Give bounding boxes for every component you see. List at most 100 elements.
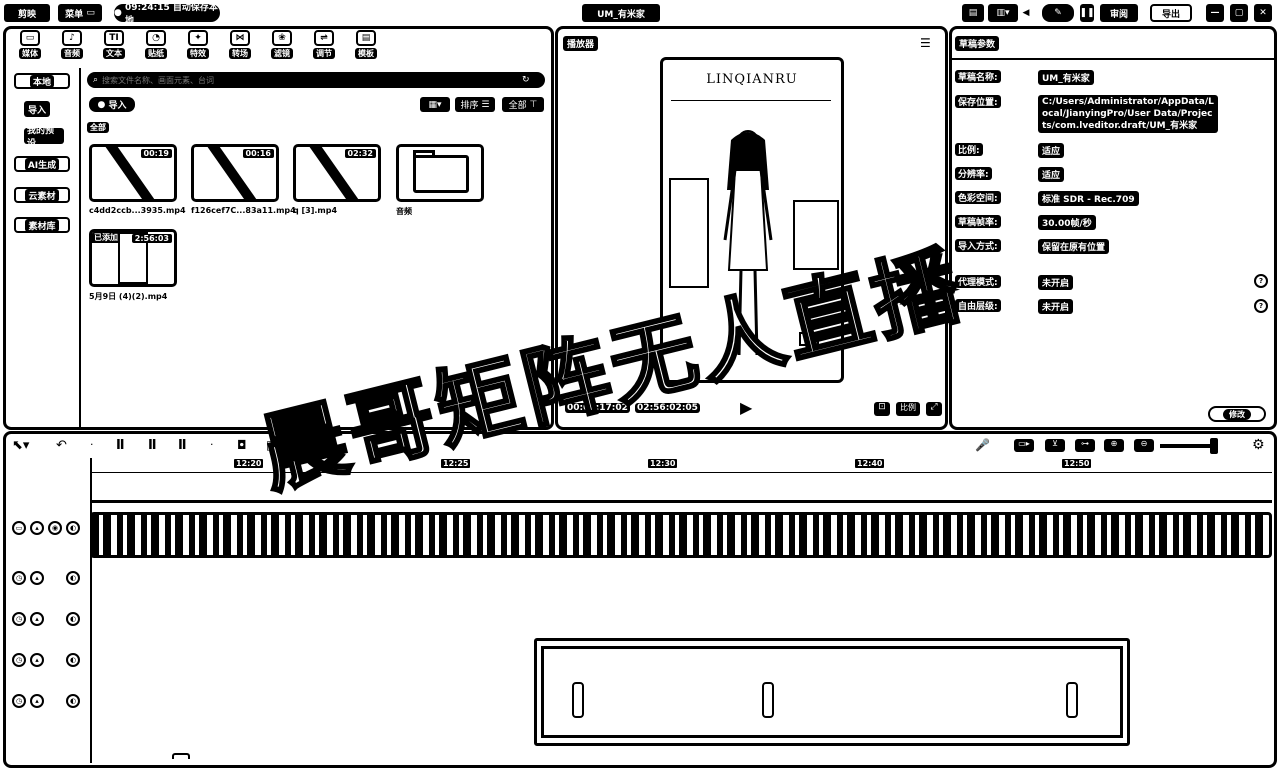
undo-icon[interactable]: ↶ xyxy=(56,438,67,453)
shield-icon[interactable]: ◘ xyxy=(237,438,247,452)
keyframe-marker-1[interactable] xyxy=(572,682,584,718)
draft-param-label: 草稿帧率: xyxy=(955,215,1001,228)
mute-icon[interactable]: ◐ xyxy=(66,653,80,667)
eye-icon[interactable]: ◉ xyxy=(48,521,62,535)
preview-axis-icon[interactable]: ⊕ xyxy=(1104,439,1124,452)
sidebar-item-4[interactable]: 云素材 xyxy=(14,187,70,203)
settings-gear-icon[interactable]: ⚙ xyxy=(1252,437,1265,453)
track-type-icon[interactable]: ◷ xyxy=(12,694,26,708)
close-icon[interactable]: ✕ xyxy=(1254,4,1272,22)
select-tool-icon[interactable]: ⬉▾ xyxy=(12,438,29,453)
delete-left-icon[interactable]: Ⅱ xyxy=(148,438,157,453)
import-button[interactable]: ● 导入 xyxy=(89,97,135,112)
feedback-icon[interactable]: ✎ xyxy=(1042,4,1074,22)
section-label: 全部 xyxy=(87,122,109,133)
media-thumbnail[interactable]: 00:16 xyxy=(191,144,279,202)
lock-icon[interactable]: ▴ xyxy=(30,571,44,585)
modify-button[interactable]: 修改 xyxy=(1208,406,1266,422)
link-main-track-icon[interactable]: ▭▸ xyxy=(1014,439,1034,452)
sidebar-item-0[interactable]: 本地 xyxy=(14,73,70,89)
snap-icon[interactable]: ⊻ xyxy=(1045,439,1065,452)
lock-icon[interactable]: ▴ xyxy=(30,612,44,626)
link-icon[interactable]: ⊶ xyxy=(1075,439,1095,452)
filter-button[interactable]: 全部 ⊤ xyxy=(502,97,544,112)
sidebar-item-2[interactable]: 我的预设 xyxy=(24,126,64,149)
export-button[interactable]: 导出 xyxy=(1150,4,1192,22)
modify-label: 修改 xyxy=(1223,408,1251,420)
maximize-icon[interactable]: ▢ xyxy=(1230,4,1248,22)
ruler-tick: 12:40 xyxy=(855,459,885,468)
expand-icon[interactable]: ⤢ xyxy=(926,402,942,416)
preview-line xyxy=(671,100,831,101)
sidebar-item-5[interactable]: 素材库 xyxy=(14,217,70,233)
lock-icon[interactable]: ▴ xyxy=(30,694,44,708)
track-type-icon[interactable]: ◷ xyxy=(12,653,26,667)
minimize-icon[interactable]: — xyxy=(1206,4,1224,22)
tab-adjust[interactable]: ⇌ 调节 xyxy=(304,30,344,59)
media-thumbnail[interactable] xyxy=(396,144,484,202)
tab-label: 媒体 xyxy=(19,48,41,59)
zoom-slider-handle[interactable] xyxy=(1210,438,1218,454)
mute-icon[interactable]: ◐ xyxy=(66,571,80,585)
draft-panel xyxy=(949,26,1277,430)
draft-param-value: UM_有米家 xyxy=(1038,70,1094,85)
keyframe-marker-2[interactable] xyxy=(762,682,774,718)
more-tools-icon[interactable]: · xyxy=(210,438,214,451)
tab-template[interactable]: ▤ 模板 xyxy=(346,30,386,59)
menu-button[interactable]: 菜单 ▭ xyxy=(58,4,102,22)
ruler-tick-label: 12:40 xyxy=(855,459,885,468)
shortcut-icon[interactable]: ▤ xyxy=(962,4,984,22)
microphone-icon[interactable]: 🎤 xyxy=(975,438,990,452)
redo-icon[interactable]: · xyxy=(90,438,94,451)
split-icon[interactable]: Ⅱ xyxy=(116,438,125,453)
media-duration: 02:32 xyxy=(344,149,376,158)
mute-icon[interactable]: ◐ xyxy=(66,694,80,708)
sort-button[interactable]: 排序 ☰ xyxy=(455,97,495,112)
media-thumbnail[interactable]: 00:19 xyxy=(89,144,177,202)
media-thumbnail[interactable]: 已添加 2:56:03 xyxy=(89,229,177,287)
zoom-slider[interactable] xyxy=(1160,444,1216,448)
lock-icon[interactable]: ▴ xyxy=(30,653,44,667)
tab-audio[interactable]: ♪ 音频 xyxy=(52,30,92,59)
tab-media[interactable]: ▭ 媒体 xyxy=(10,30,50,59)
track-type-icon[interactable]: ◷ xyxy=(12,571,26,585)
share-button[interactable]: 审阅 xyxy=(1100,4,1138,22)
tab-transition[interactable]: ⋈ 转场 xyxy=(220,30,260,59)
timeline-scroll-thumb[interactable] xyxy=(172,753,190,759)
tab-text[interactable]: TI 文本 xyxy=(94,30,134,59)
zoom-out-icon[interactable]: ⊖ xyxy=(1134,439,1154,452)
search-input[interactable] xyxy=(102,74,523,86)
ratio-button[interactable]: 比例 xyxy=(896,402,920,416)
refresh-icon[interactable]: ↻ xyxy=(522,75,530,85)
tab-sticker[interactable]: ◔ 贴纸 xyxy=(136,30,176,59)
sidebar-item-1[interactable]: 导入 xyxy=(24,101,50,117)
pause-icon[interactable]: ❚❚ xyxy=(1079,4,1095,22)
proxy-help-icon[interactable]: ? xyxy=(1254,274,1268,288)
play-icon[interactable]: ▶ xyxy=(740,398,752,417)
view-toggle-button[interactable]: ▦▾ xyxy=(420,97,450,112)
mute-icon[interactable]: ◐ xyxy=(66,612,80,626)
lock-icon[interactable]: ▴ xyxy=(30,521,44,535)
layout-icon[interactable]: ▥▾ xyxy=(988,4,1018,22)
audio-clip-inner[interactable] xyxy=(541,646,1123,738)
media-thumbnail[interactable]: 02:32 xyxy=(293,144,381,202)
volume-icon[interactable]: ◀ xyxy=(1020,4,1032,22)
layer-help-icon[interactable]: ? xyxy=(1254,299,1268,313)
track-type-icon[interactable]: ◷ xyxy=(12,612,26,626)
delete-right-icon[interactable]: Ⅱ xyxy=(178,438,187,453)
project-title: UM_有米家 xyxy=(582,4,660,22)
main-video-clip[interactable] xyxy=(90,512,1272,558)
cover-icon[interactable]: ▭ xyxy=(12,521,26,535)
ruler-tick: 12:25 xyxy=(441,459,471,468)
mute-icon[interactable]: ◐ xyxy=(66,521,80,535)
sidebar-item-3[interactable]: AI生成 xyxy=(14,156,70,172)
video-preview[interactable]: LINQIANRU ▭ xyxy=(660,57,844,383)
fullscreen-crop-icon[interactable]: ⊡ xyxy=(874,402,890,416)
tab-filter[interactable]: ❀ 滤镜 xyxy=(262,30,302,59)
player-menu-icon[interactable]: ☰ xyxy=(920,36,931,50)
crop-icon[interactable]: ▣ xyxy=(266,438,277,452)
keyframe-marker-3[interactable] xyxy=(1066,682,1078,718)
media-filename: c4dd2ccb...3935.mp4 xyxy=(89,206,186,215)
text-icon: TI xyxy=(104,30,124,46)
tab-effects[interactable]: ✦ 特效 xyxy=(178,30,218,59)
